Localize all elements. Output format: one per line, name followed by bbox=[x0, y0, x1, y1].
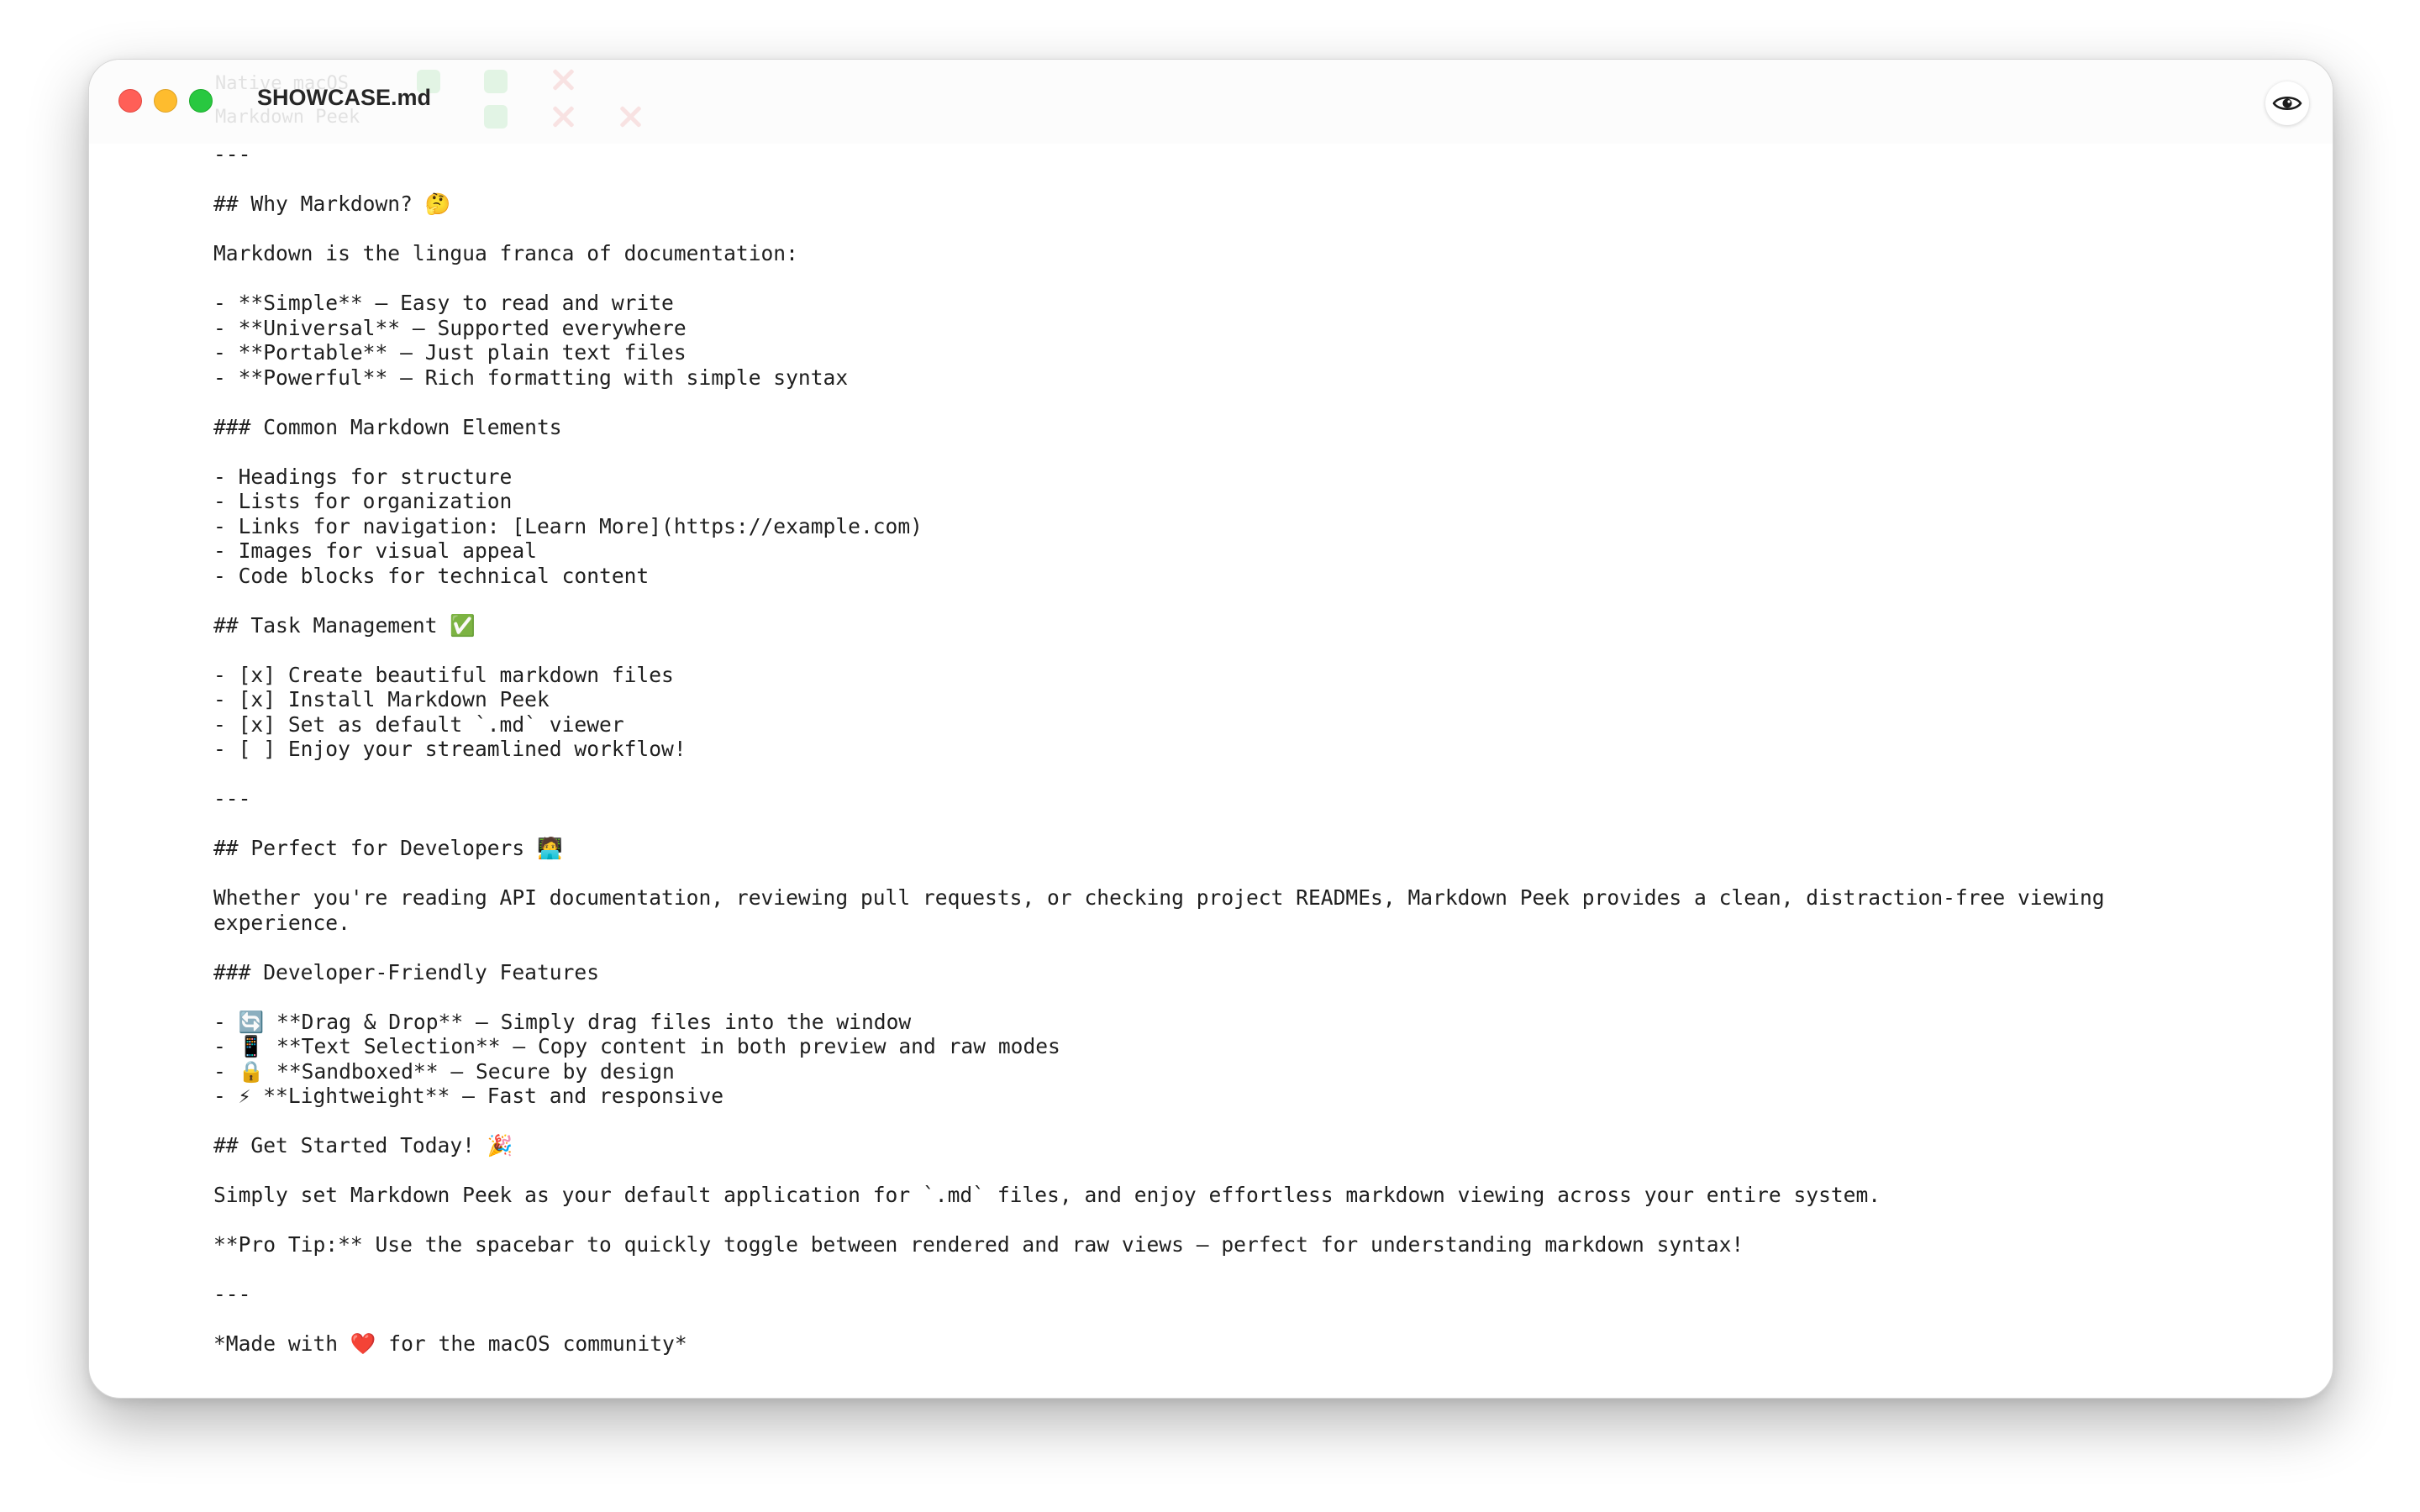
list-item-text-selection: - 📱 **Text Selection** — Copy content in… bbox=[213, 1034, 1060, 1058]
markdown-peek-window: Native macOS Markdown Peek SHOWCASE.md -… bbox=[88, 59, 2333, 1399]
list-item-code-blocks: - Code blocks for technical content bbox=[213, 563, 650, 588]
ghost-cross-icon bbox=[618, 105, 642, 129]
list-item-sandboxed: - 🔒 **Sandboxed** — Secure by design bbox=[213, 1058, 675, 1084]
heading-get-started: ## Get Started Today! 🎉 bbox=[213, 1133, 513, 1158]
task-item-default-viewer: - [x] Set as default `.md` viewer bbox=[213, 711, 624, 737]
heading-why-markdown: ## Why Markdown? 🤔 bbox=[213, 192, 451, 216]
window-title: SHOWCASE.md bbox=[257, 85, 432, 110]
task-item-create: - [x] Create beautiful markdown files bbox=[213, 662, 674, 687]
list-item-images: - Images for visual appeal bbox=[213, 538, 537, 563]
paragraph-made-with-love: *Made with ❤️ for the macOS community* bbox=[213, 1331, 687, 1356]
paragraph-pro-tip: **Pro Tip:** Use the spacebar to quickly… bbox=[213, 1232, 1744, 1257]
list-item-universal: - **Universal** — Supported everywhere bbox=[213, 315, 687, 340]
ghost-cross-icon bbox=[551, 68, 575, 92]
toggle-preview-button[interactable] bbox=[2265, 81, 2309, 125]
zoom-window-button[interactable] bbox=[189, 89, 213, 113]
horizontal-rule-line: --- bbox=[213, 1282, 251, 1306]
task-item-install: - [x] Install Markdown Peek bbox=[213, 687, 550, 711]
list-item-simple: - **Simple** — Easy to read and write bbox=[213, 291, 674, 315]
task-item-enjoy: - [ ] Enjoy your streamlined workflow! bbox=[213, 737, 687, 761]
heading-common-elements: ### Common Markdown Elements bbox=[213, 414, 562, 439]
heading-developer-features: ### Developer-Friendly Features bbox=[213, 959, 600, 984]
list-item-links: - Links for navigation: [Learn More](htt… bbox=[213, 513, 923, 538]
ghost-check-icon bbox=[484, 70, 508, 93]
heading-task-management: ## Task Management ✅ bbox=[213, 612, 476, 638]
horizontal-rule-line: --- bbox=[213, 142, 251, 166]
close-window-button[interactable] bbox=[118, 89, 142, 113]
title-bar[interactable]: Native macOS Markdown Peek SHOWCASE.md bbox=[89, 60, 2333, 144]
paragraph-lingua-franca: Markdown is the lingua franca of documen… bbox=[213, 241, 798, 265]
list-item-powerful: - **Powerful** — Rich formatting with si… bbox=[213, 365, 849, 390]
list-item-lists: - Lists for organization bbox=[213, 489, 513, 513]
paragraph-simply-set: Simply set Markdown Peek as your default… bbox=[213, 1183, 1881, 1207]
list-item-lightweight: - ⚡ **Lightweight** — Fast and responsiv… bbox=[213, 1084, 724, 1108]
minimize-window-button[interactable] bbox=[154, 89, 177, 113]
paragraph-whether: Whether you're reading API documentation… bbox=[213, 885, 2118, 935]
list-item-drag-drop: - 🔄 **Drag & Drop** — Simply drag files … bbox=[213, 1009, 912, 1034]
ghost-cross-icon bbox=[551, 105, 575, 129]
desktop-background: Native macOS Markdown Peek SHOWCASE.md -… bbox=[0, 0, 2420, 1512]
list-item-portable: - **Portable** — Just plain text files bbox=[213, 340, 687, 365]
list-item-headings: - Headings for structure bbox=[213, 464, 513, 489]
eye-icon bbox=[2272, 96, 2302, 111]
ghost-check-icon bbox=[484, 105, 508, 129]
raw-markdown-content[interactable]: --- ## Why Markdown? 🤔 Markdown is the l… bbox=[213, 142, 2264, 1385]
horizontal-rule-line: --- bbox=[213, 786, 251, 811]
heading-perfect-for-developers: ## Perfect for Developers 🧑‍💻 bbox=[213, 836, 563, 860]
